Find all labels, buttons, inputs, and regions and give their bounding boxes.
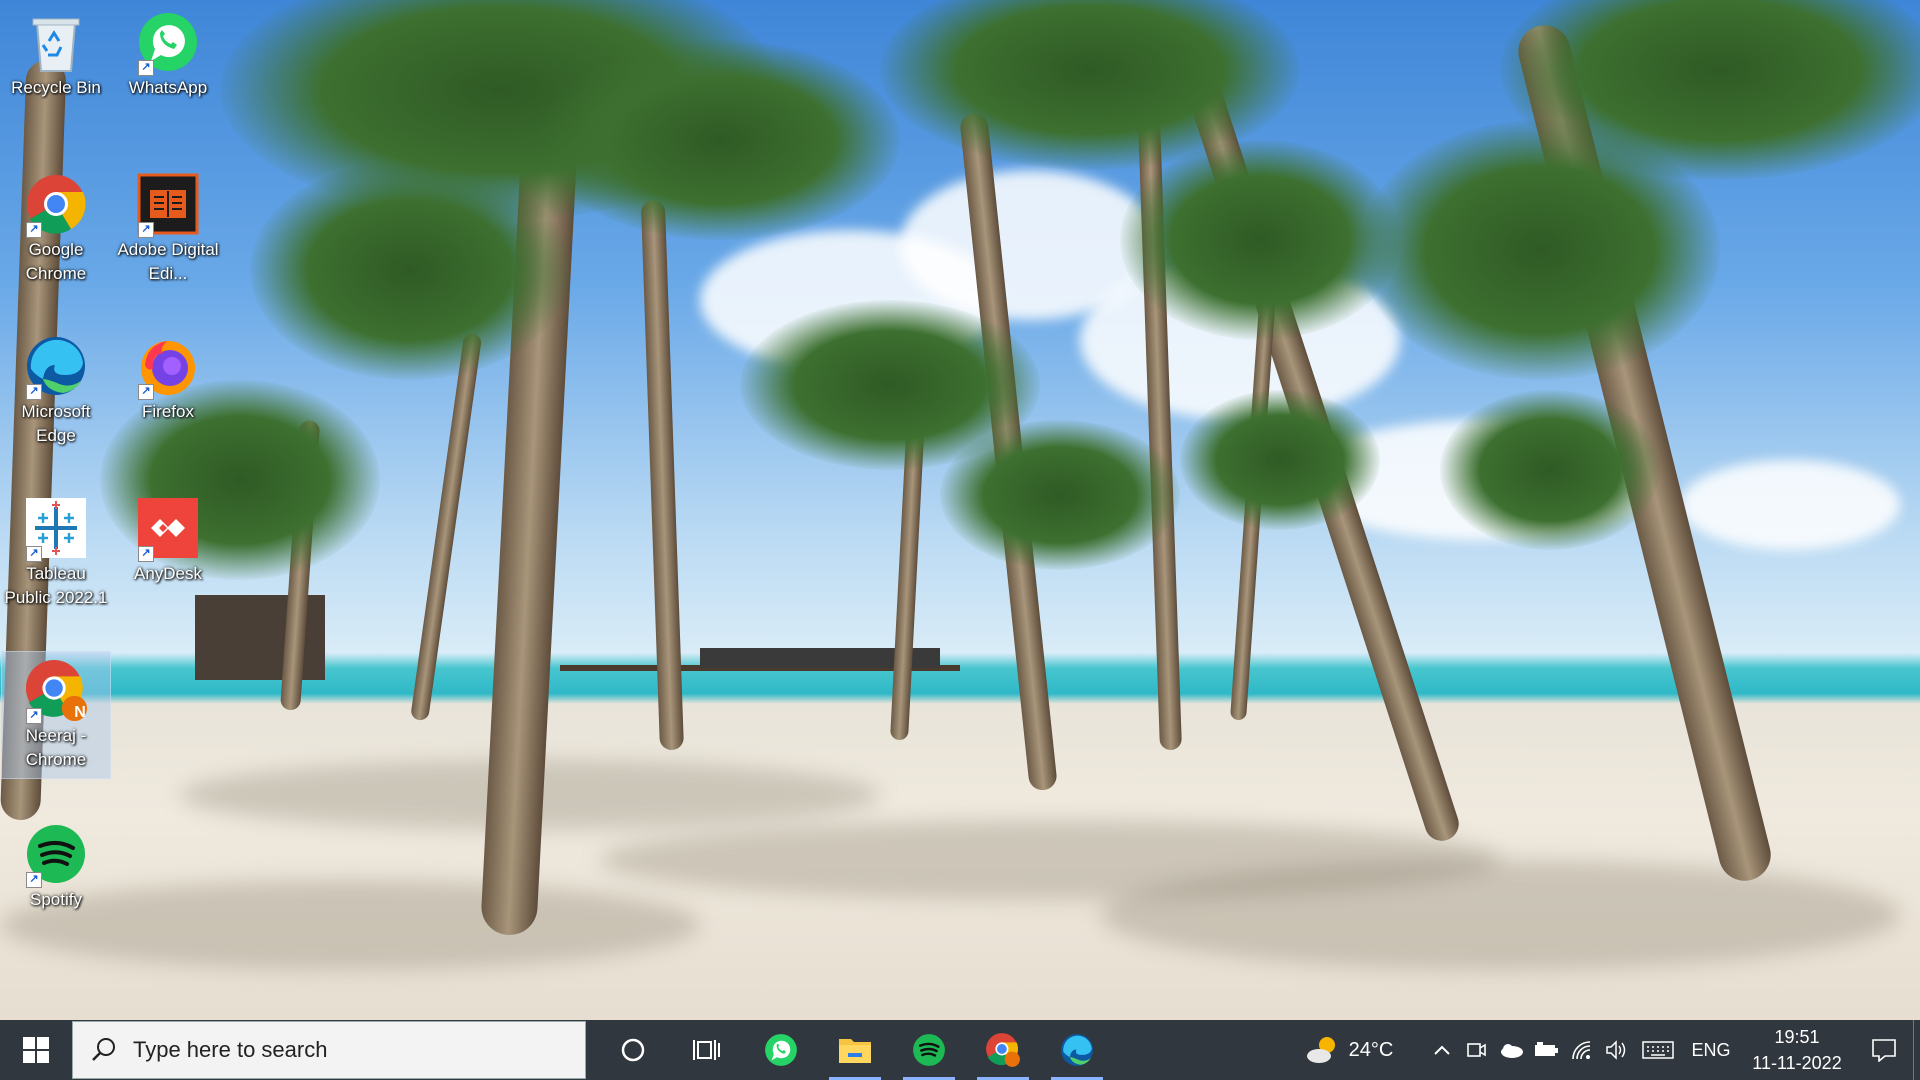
edge-icon [1061,1034,1093,1066]
tray-touch-keyboard[interactable] [1633,1020,1683,1080]
taskbar-spotify[interactable] [892,1020,966,1080]
shortcut-arrow-icon: ↗ [138,222,154,238]
cortana-button[interactable] [596,1020,670,1080]
chrome-profile-icon [986,1033,1020,1067]
firefox-icon: ↗ [136,334,200,400]
clock[interactable]: 19:51 11-11-2022 [1739,1020,1855,1080]
system-tray: 24°C ENG 19:51 11-11-2022 [1293,1020,1920,1080]
tray-battery[interactable] [1529,1020,1565,1080]
desktop-icon-recycle-bin[interactable]: Recycle Bin [6,4,106,132]
start-button[interactable] [0,1020,72,1080]
desktop-icon-label: Spotify [30,890,82,909]
windows-icon [23,1037,49,1063]
shortcut-arrow-icon: ↗ [138,60,154,76]
search-icon [92,1038,115,1061]
wifi-icon [1572,1041,1591,1060]
desktop-icon-google-chrome[interactable]: ↗ Google Chrome [6,166,106,296]
shortcut-arrow-icon: ↗ [138,384,154,400]
show-hidden-icons-button[interactable] [1425,1020,1459,1080]
desktop-icon-firefox[interactable]: ↗ Firefox [118,328,218,456]
weather-temperature: 24°C [1348,1038,1394,1061]
desktop-icon-label: Adobe Digital Edi... [117,240,219,283]
search-placeholder: Type here to search [133,1037,328,1062]
action-center-button[interactable] [1855,1020,1913,1080]
input-language[interactable]: ENG [1683,1020,1739,1080]
cloud-icon [1501,1044,1523,1058]
chrome-profile-icon: N ↗ [24,658,88,724]
clock-date: 11-11-2022 [1752,1053,1842,1073]
chrome-icon: ↗ [24,172,88,238]
desktop-icon-neeraj-chrome[interactable]: N ↗ Neeraj - Chrome [1,651,111,779]
desktop-icon-spotify[interactable]: ↗ Spotify [6,816,106,944]
shortcut-arrow-icon: ↗ [26,872,42,888]
taskbar: Type here to search 24°C ENG 19:51 11-11… [0,1020,1920,1080]
file-explorer-icon [839,1039,871,1063]
anydesk-icon: ↗ [136,496,200,562]
edge-icon: ↗ [24,334,88,400]
taskbar-file-explorer[interactable] [818,1020,892,1080]
shortcut-arrow-icon: ↗ [26,708,42,724]
tray-onedrive[interactable] [1493,1020,1529,1080]
whatsapp-icon [765,1034,797,1066]
taskbar-chrome-neeraj[interactable] [966,1020,1040,1080]
language-label: ENG [1691,1039,1731,1060]
desktop-icon-microsoft-edge[interactable]: ↗ Microsoft Edge [6,328,106,458]
weather-widget[interactable]: 24°C [1293,1020,1405,1080]
camera-icon [1467,1043,1486,1057]
recycle-bin-icon [24,10,88,74]
taskbar-search-box[interactable]: Type here to search [72,1021,586,1079]
tray-meet-now[interactable] [1459,1020,1493,1080]
shortcut-arrow-icon: ↗ [26,384,42,400]
show-desktop-button[interactable] [1913,1020,1920,1080]
taskbar-edge[interactable] [1040,1020,1114,1080]
taskbar-whatsapp[interactable] [744,1020,818,1080]
tray-network[interactable] [1565,1020,1599,1080]
desktop-wallpaper [0,0,1920,1020]
notification-icon [1872,1039,1896,1062]
profile-badge: N [74,704,86,721]
cortana-circle-icon [621,1038,645,1062]
partly-cloudy-icon [1306,1037,1335,1063]
desktop-icon-label: Neeraj - Chrome [25,726,87,769]
shortcut-arrow-icon: ↗ [26,222,42,238]
desktop-icon-label: Microsoft Edge [21,402,91,445]
battery-icon [1535,1042,1558,1056]
clock-time: 19:51 [1774,1027,1820,1047]
desktop-icon-whatsapp[interactable]: ↗ WhatsApp [118,4,218,132]
keyboard-icon [1642,1041,1674,1059]
task-view-icon [693,1040,720,1060]
shortcut-arrow-icon: ↗ [26,546,42,562]
chevron-up-icon [1434,1045,1450,1055]
desktop-icon-label: WhatsApp [128,78,208,97]
spotify-icon [913,1034,945,1066]
whatsapp-icon: ↗ [136,10,200,76]
task-view-button[interactable] [670,1020,744,1080]
shortcut-arrow-icon: ↗ [138,546,154,562]
desktop-icon-tableau-public[interactable]: ↗ Tableau Public 2022.1 [4,490,108,620]
spotify-icon: ↗ [24,822,88,888]
desktop-icon-label: Tableau Public 2022.1 [4,564,108,607]
desktop-icon-label: AnyDesk [133,564,203,583]
desktop-icon-anydesk[interactable]: ↗ AnyDesk [118,490,218,618]
desktop-icon-adobe-digital-editions[interactable]: ↗ Adobe Digital Edi... [117,166,219,296]
speaker-icon [1606,1040,1626,1060]
tray-volume[interactable] [1599,1020,1633,1080]
tableau-icon: ↗ [24,496,88,562]
adobe-digital-editions-icon: ↗ [136,172,200,238]
desktop-icon-label: Google Chrome [25,240,87,283]
desktop-icon-label: Firefox [142,402,194,421]
desktop-icon-label: Recycle Bin [11,78,101,97]
